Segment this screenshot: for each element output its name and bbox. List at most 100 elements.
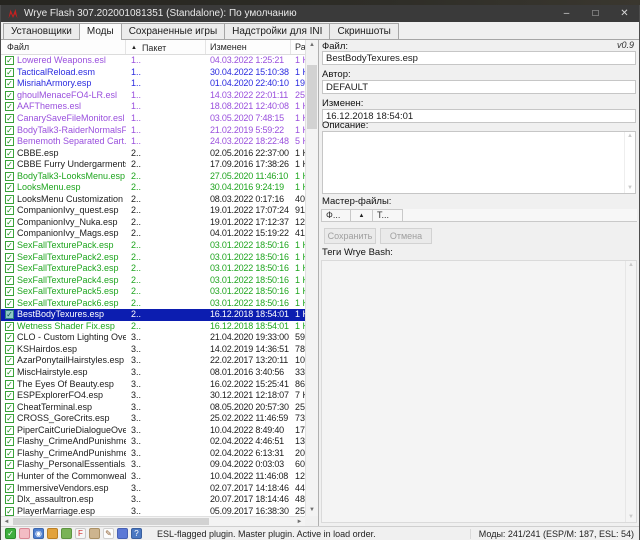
mod-row[interactable]: ✓ CBBE.esp 2.. 02.05.2016 22:37:00 1 КБ — [1, 147, 305, 159]
plugin-checkbox[interactable]: ✓ — [5, 160, 14, 169]
save-button[interactable]: Сохранить — [324, 228, 376, 244]
mod-row[interactable]: ✓ MisriahArmory.esp 1.. 01.04.2020 22:40… — [1, 78, 305, 90]
title-bar[interactable]: Wrye Flash 307.202001081351 (Standalone)… — [1, 5, 639, 22]
column-header-file[interactable]: Файл — [1, 40, 126, 54]
scroll-left-icon[interactable]: ◄ — [1, 519, 12, 525]
mod-row[interactable]: ✓ BestBodyTexures.esp 2.. 16.12.2018 18:… — [1, 309, 305, 321]
plugin-checkbox[interactable]: ✓ — [5, 449, 14, 458]
tags-scrollbar[interactable]: ▲ ▼ — [625, 261, 636, 522]
plugin-checkbox[interactable]: ✓ — [5, 91, 14, 100]
mod-row[interactable]: ✓ CompanionIvy_Mags.esp 2.. 04.01.2022 1… — [1, 228, 305, 240]
plugin-checkbox[interactable]: ✓ — [5, 79, 14, 88]
lock-icon[interactable] — [47, 528, 58, 539]
plugin-checkbox[interactable]: ✓ — [5, 380, 14, 389]
plugin-checkbox[interactable]: ✓ — [5, 206, 14, 215]
mod-row[interactable]: ✓ AzarPonytailHairstyles.esp 3.. 22.02.2… — [1, 355, 305, 367]
plugin-checkbox[interactable]: ✓ — [5, 126, 14, 135]
mod-row[interactable]: ✓ TacticalReload.esm 1.. 30.04.2022 15:1… — [1, 67, 305, 79]
close-button[interactable]: ✕ — [610, 5, 639, 22]
mod-row[interactable]: ✓ CompanionIvy_Nuka.esp 2.. 19.01.2022 1… — [1, 217, 305, 229]
plugin-checkbox[interactable]: ✓ — [5, 102, 14, 111]
mod-row[interactable]: ✓ Flashy_CrimeAndPunishment... 3.. 02.04… — [1, 448, 305, 460]
mod-row[interactable]: ✓ ghoulMenaceFO4-LR.esl 1.. 14.03.2022 2… — [1, 90, 305, 102]
plugin-checkbox[interactable]: ✓ — [5, 299, 14, 308]
masters-column-file[interactable]: Ф... — [321, 209, 351, 222]
scroll-down-icon[interactable]: ▼ — [309, 505, 315, 516]
vertical-scroll-track[interactable] — [306, 51, 318, 505]
plugin-checkbox[interactable]: ✓ — [5, 495, 14, 504]
plugin-checkbox[interactable]: ✓ — [5, 426, 14, 435]
column-header-size[interactable]: Разм — [291, 40, 305, 54]
description-scrollbar[interactable]: ▲ ▼ — [624, 132, 635, 193]
doc-edit-icon[interactable]: ✎ — [103, 528, 114, 539]
masters-sort-icon[interactable]: ▲ — [351, 209, 373, 222]
description-field[interactable]: ▲ ▼ — [322, 131, 636, 194]
mod-row[interactable]: ✓ SexFallTexturePack2.esp 2.. 03.01.2022… — [1, 251, 305, 263]
mod-row[interactable]: ✓ CompanionIvy_quest.esp 2.. 19.01.2022 … — [1, 205, 305, 217]
mod-row[interactable]: ✓ SexFallTexturePack6.esp 2.. 03.01.2022… — [1, 297, 305, 309]
plugin-checkbox[interactable]: ✓ — [5, 368, 14, 377]
mod-row[interactable]: ✓ Flashy_PersonalEssentials.esp 3.. 09.0… — [1, 459, 305, 471]
plugin-checkbox[interactable]: ✓ — [5, 333, 14, 342]
plugin-checkbox[interactable]: ✓ — [5, 229, 14, 238]
plugin-checkbox[interactable]: ✓ — [5, 414, 14, 423]
mod-row[interactable]: ✓ Lowered Weapons.esl 1.. 04.03.2022 1:2… — [1, 55, 305, 67]
archive-icon[interactable] — [89, 528, 100, 539]
plugin-checkbox[interactable]: ✓ — [5, 276, 14, 285]
plugin-checkbox[interactable]: ✓ — [5, 403, 14, 412]
scroll-up-icon[interactable]: ▲ — [628, 261, 634, 270]
mod-row[interactable]: ✓ BodyTalk3-LooksMenu.esp 2.. 27.05.2020… — [1, 170, 305, 182]
scroll-down-icon[interactable]: ▼ — [627, 184, 633, 193]
mod-row[interactable]: ✓ Wetness Shader Fix.esp 2.. 16.12.2018 … — [1, 321, 305, 333]
mod-row[interactable]: ✓ CLO - Custom Lighting Overla... 3.. 21… — [1, 332, 305, 344]
horizontal-scroll-thumb[interactable] — [13, 518, 209, 525]
mod-row[interactable]: ✓ CheatTerminal.esp 3.. 08.05.2020 20:57… — [1, 401, 305, 413]
launch-game-icon[interactable] — [61, 528, 72, 539]
vertical-scroll-thumb[interactable] — [307, 65, 317, 129]
scroll-down-icon[interactable]: ▼ — [628, 513, 634, 522]
mod-row[interactable]: ✓ LooksMenu Customization Co... 2.. 08.0… — [1, 194, 305, 206]
author-field[interactable]: DEFAULT — [322, 80, 636, 94]
plugin-checkbox[interactable]: ✓ — [5, 195, 14, 204]
mod-row[interactable]: ✓ Hunter of the Commonwealth... 3.. 10.0… — [1, 471, 305, 483]
horizontal-scroll-track[interactable] — [12, 517, 294, 526]
mod-row[interactable]: ✓ PlayerMarriage.esp 3.. 05.09.2017 16:3… — [1, 505, 305, 516]
mod-row[interactable]: ✓ SexFallTexturePack.esp 2.. 03.01.2022 … — [1, 240, 305, 252]
plugin-checkbox[interactable]: ✓ — [5, 241, 14, 250]
minimize-button[interactable]: – — [552, 5, 581, 22]
mod-row[interactable]: ✓ SexFallTexturePack3.esp 2.. 03.01.2022… — [1, 263, 305, 275]
scroll-up-icon[interactable]: ▲ — [627, 132, 633, 141]
mod-row[interactable]: ✓ BodyTalk3-RaiderNormalsFix... 1.. 21.0… — [1, 124, 305, 136]
plugin-checkbox[interactable]: ✓ — [5, 484, 14, 493]
active-plugin-checkbox-icon[interactable]: ✓ — [5, 528, 16, 539]
mod-row[interactable]: ✓ AAFThemes.esl 1.. 18.08.2021 12:40:08 … — [1, 101, 305, 113]
plugin-checkbox[interactable]: ✓ — [5, 437, 14, 446]
plugin-checkbox[interactable]: ✓ — [5, 172, 14, 181]
help-icon[interactable]: ? — [131, 528, 142, 539]
plugin-checkbox[interactable]: ✓ — [5, 356, 14, 365]
mod-row[interactable]: ✓ Dlx_assaultron.esp 3.. 20.07.2017 18:1… — [1, 494, 305, 506]
mod-row[interactable]: ✓ LooksMenu.esp 2.. 30.04.2016 9:24:19 1… — [1, 182, 305, 194]
mod-row[interactable]: ✓ Flashy_CrimeAndPunishment... 3.. 02.04… — [1, 436, 305, 448]
mod-row[interactable]: ✓ CROSS_GoreCrits.esp 3.. 25.02.2022 11:… — [1, 413, 305, 425]
plugin-checkbox[interactable]: ✓ — [5, 345, 14, 354]
masters-column-type[interactable]: Т... — [373, 209, 403, 222]
fo4edit-icon[interactable]: F — [75, 528, 86, 539]
column-header-modified[interactable]: Изменен — [206, 40, 291, 54]
plugin-checkbox[interactable]: ✓ — [5, 218, 14, 227]
tab-saves[interactable]: Сохраненные игры — [121, 23, 225, 39]
plugin-checkbox[interactable]: ✓ — [5, 68, 14, 77]
plugin-checkbox[interactable]: ✓ — [5, 391, 14, 400]
scroll-up-icon[interactable]: ▲ — [309, 40, 315, 51]
installer-checkbox-icon[interactable] — [19, 528, 30, 539]
plugin-checkbox[interactable]: ✓ — [5, 183, 14, 192]
globe-icon[interactable]: ◉ — [33, 528, 44, 539]
file-name-field[interactable]: BestBodyTexures.esp — [322, 51, 636, 65]
plugin-checkbox[interactable]: ✓ — [5, 56, 14, 65]
mod-row[interactable]: ✓ ImmersiveVendors.esp 3.. 02.07.2017 14… — [1, 482, 305, 494]
mod-row[interactable]: ✓ ESPExplorerFO4.esp 3.. 30.12.2021 12:1… — [1, 390, 305, 402]
column-header-package[interactable]: ▲ Пакет — [126, 40, 206, 54]
mod-row[interactable]: ✓ The Eyes Of Beauty.esp 3.. 16.02.2022 … — [1, 378, 305, 390]
plugin-checkbox[interactable]: ✓ — [5, 460, 14, 469]
plugin-checkbox[interactable]: ✓ — [5, 322, 14, 331]
